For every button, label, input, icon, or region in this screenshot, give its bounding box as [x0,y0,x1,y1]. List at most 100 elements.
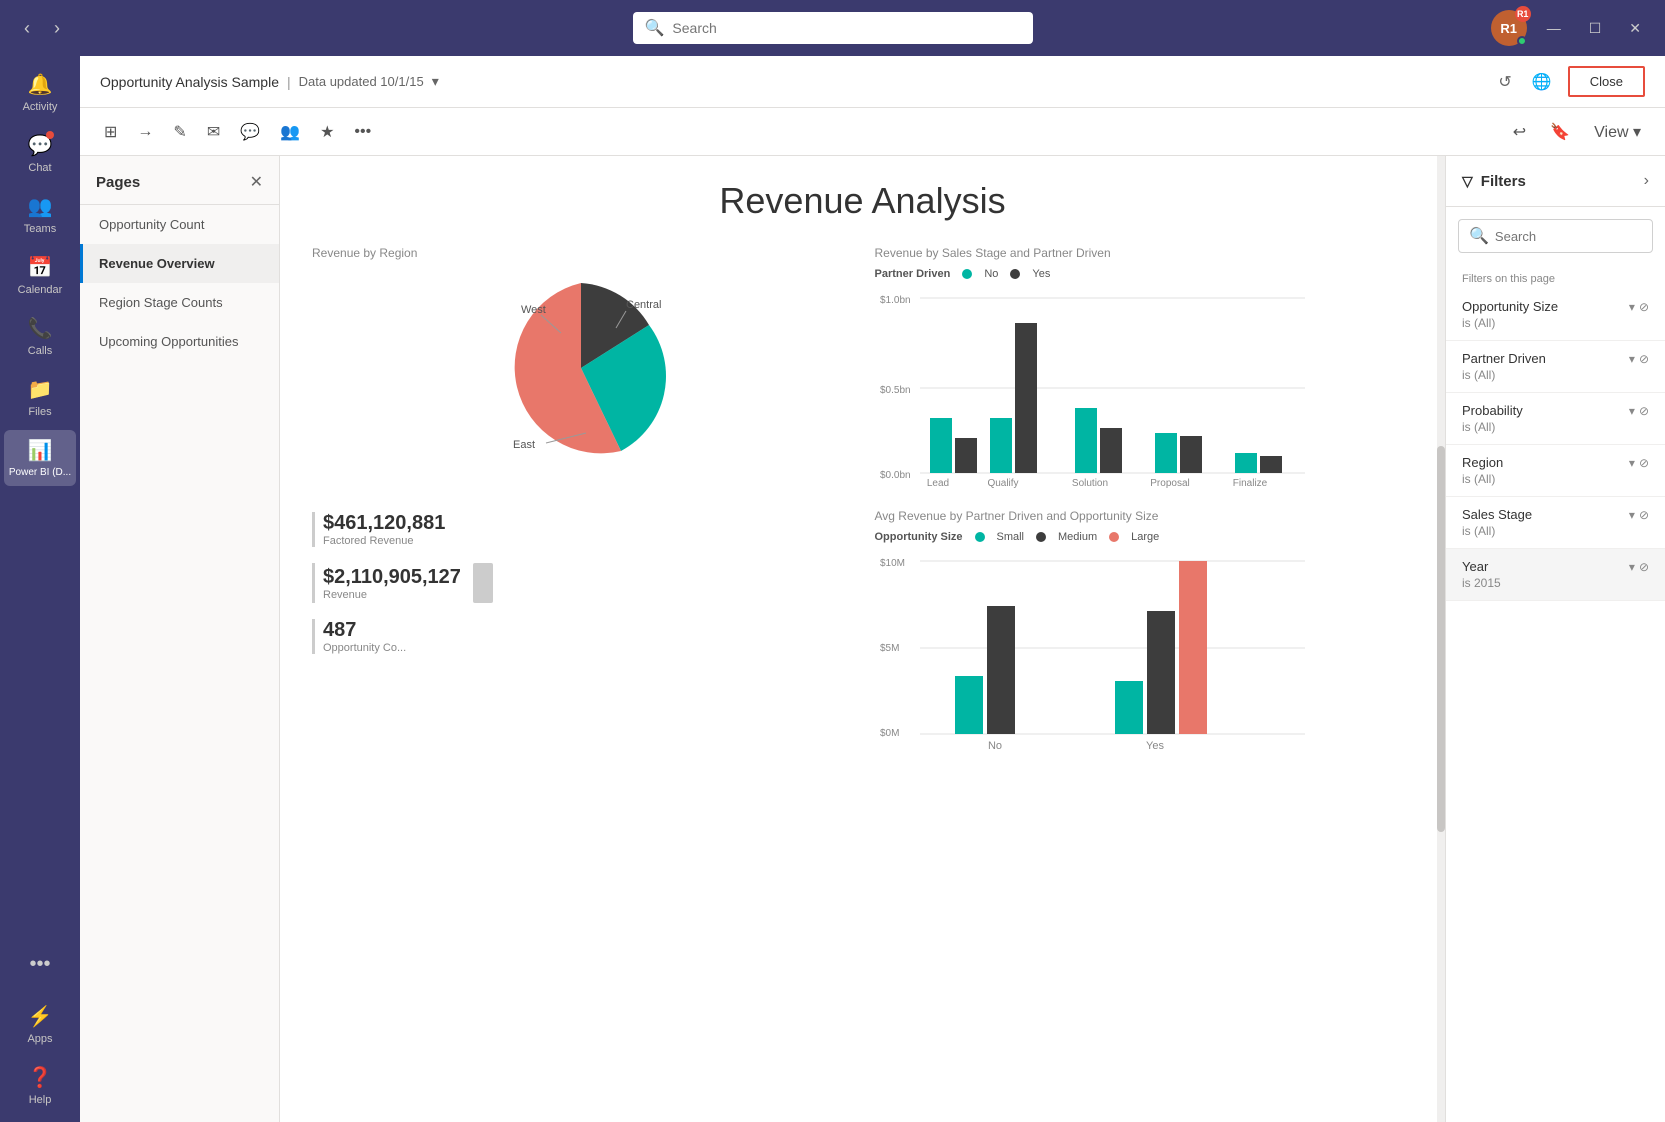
filter-region: Region ▾ ⊘ is (All) [1446,445,1665,497]
title-bar: ‹ › 🔍 R1 R1 — ☐ ✕ [0,0,1665,56]
kpi-factored-revenue: $461,120,881 Factored Revenue [312,512,851,547]
nav-back-button[interactable]: ‹ [16,14,38,43]
report-title: Revenue Analysis [312,180,1413,222]
sidebar-item-chat[interactable]: 💬 Chat [4,125,76,182]
close-report-button[interactable]: Close [1568,66,1645,97]
toolbar: ⊞ → ✎ ✉ 💬 👥 ★ ••• ↩ 🔖 View ▾ [80,108,1665,156]
avg-bar-chart-label: Avg Revenue by Partner Driven and Opport… [875,509,1414,523]
filter-opportunity-size-clear[interactable]: ⊘ [1639,300,1649,314]
sidebar-item-calendar[interactable]: 📅 Calendar [4,247,76,304]
close-window-button[interactable]: ✕ [1621,16,1649,41]
kpi-opportunity-count-label: Opportunity Co... [323,642,406,654]
legend-yes-label: Yes [1032,268,1050,280]
sidebar-item-label: Activity [23,101,58,113]
chevron-down-icon[interactable]: ▾ [432,73,439,90]
view-button[interactable]: View ▾ [1586,116,1649,148]
sidebar-item-label: Files [28,406,51,418]
avatar[interactable]: R1 R1 [1491,10,1527,46]
filters-search-input[interactable] [1495,229,1642,244]
scrollbar-track[interactable] [1437,156,1445,1122]
favorite-button[interactable]: ★ [312,116,342,148]
yes-small-bar[interactable] [1115,681,1143,734]
no-small-bar[interactable] [955,676,983,734]
maximize-button[interactable]: ☐ [1581,16,1610,41]
proposal-yes-bar[interactable] [1180,436,1202,473]
page-item-upcoming-opportunities[interactable]: Upcoming Opportunities [80,322,279,361]
pages-close-button[interactable]: ✕ [250,172,263,192]
filter-probability-chevron[interactable]: ▾ [1629,404,1635,418]
filter-sales-stage-clear[interactable]: ⊘ [1639,508,1649,522]
filter-probability-clear[interactable]: ⊘ [1639,404,1649,418]
lead-no-bar[interactable] [930,418,952,473]
search-input[interactable] [672,20,1020,36]
nav-forward-button[interactable]: › [46,14,68,43]
report-grid: Revenue by Region [312,246,1413,756]
sidebar-item-teams[interactable]: 👥 Teams [4,186,76,243]
minimize-button[interactable]: — [1539,16,1569,40]
filters-header-left: ▽ Filters [1462,173,1526,190]
finalize-yes-bar[interactable] [1260,456,1282,473]
filter-year-chevron[interactable]: ▾ [1629,560,1635,574]
filter-partner-driven-clear[interactable]: ⊘ [1639,352,1649,366]
filter-partner-driven-chevron[interactable]: ▾ [1629,352,1635,366]
proposal-no-bar[interactable] [1155,433,1177,473]
page-item-region-stage-counts[interactable]: Region Stage Counts [80,283,279,322]
more-options-button[interactable]: ••• [346,117,379,147]
page-item-opportunity-count[interactable]: Opportunity Count [80,205,279,244]
bookmark-button[interactable]: 🔖 [1542,116,1578,148]
sidebar-item-apps[interactable]: ⚡ Apps [4,996,76,1053]
solution-yes-bar[interactable] [1100,428,1122,473]
filter-sales-stage-chevron[interactable]: ▾ [1629,508,1635,522]
filter-region-chevron[interactable]: ▾ [1629,456,1635,470]
solution-no-bar[interactable] [1075,408,1097,473]
avatar-badge: R1 [1515,6,1531,22]
filter-region-clear[interactable]: ⊘ [1639,456,1649,470]
qualify-yes-bar[interactable] [1015,323,1037,473]
sidebar-item-calls[interactable]: 📞 Calls [4,308,76,365]
sidebar-item-activity[interactable]: 🔔 Activity [4,64,76,121]
pages-button[interactable]: ⊞ [96,116,125,148]
legend-medium-dot [1036,532,1046,542]
chat-icon: 💬 [28,133,53,158]
filters-expand-button[interactable]: › [1644,172,1649,190]
sidebar-item-label: Teams [24,223,56,235]
avatar-online-indicator [1517,36,1527,46]
filter-year-clear[interactable]: ⊘ [1639,560,1649,574]
finalize-no-bar[interactable] [1235,453,1257,473]
yes-medium-bar[interactable] [1147,611,1175,734]
no-medium-bar[interactable] [987,606,1015,734]
svg-text:Solution: Solution [1071,478,1107,489]
filter-sales-stage: Sales Stage ▾ ⊘ is (All) [1446,497,1665,549]
kpi-revenue-label: Revenue [323,589,461,601]
filters-search[interactable]: 🔍 [1458,219,1653,253]
help-icon: ❓ [28,1065,53,1090]
bar-chart-label: Revenue by Sales Stage and Partner Drive… [875,246,1414,260]
teams-share-button[interactable]: 👥 [272,116,308,148]
app-header-title: Opportunity Analysis Sample | Data updat… [100,73,439,90]
undo-button[interactable]: ↩ [1505,116,1534,148]
search-icon: 🔍 [645,18,665,38]
qualify-no-bar[interactable] [990,418,1012,473]
sidebar-item-help[interactable]: ❓ Help [4,1057,76,1114]
pie-label-central: Central [626,299,661,311]
refresh-button[interactable]: ↺ [1494,68,1515,96]
lead-yes-bar[interactable] [955,438,977,473]
legend-large-label: Large [1131,531,1159,543]
svg-text:$0M: $0M [880,728,899,739]
kpi-opportunity-count: 487 Opportunity Co... [312,619,851,654]
header-separator: | [287,74,291,90]
sidebar-more-button[interactable]: ••• [4,945,76,984]
sidebar-item-powerbi[interactable]: 📊 Power BI (D... [4,430,76,486]
scrollbar-thumb[interactable] [1437,446,1445,832]
email-button[interactable]: ✉ [199,116,228,148]
share-button[interactable]: → [129,117,161,147]
yes-large-bar[interactable] [1179,561,1207,734]
global-search[interactable]: 🔍 [633,12,1033,44]
globe-button[interactable]: 🌐 [1528,68,1556,96]
revenue-bar-indicator [473,563,493,603]
edit-button[interactable]: ✎ [165,116,194,148]
sidebar-item-files[interactable]: 📁 Files [4,369,76,426]
filter-opportunity-size-chevron[interactable]: ▾ [1629,300,1635,314]
page-item-revenue-overview[interactable]: Revenue Overview [80,244,279,283]
comment-button[interactable]: 💬 [232,116,268,148]
